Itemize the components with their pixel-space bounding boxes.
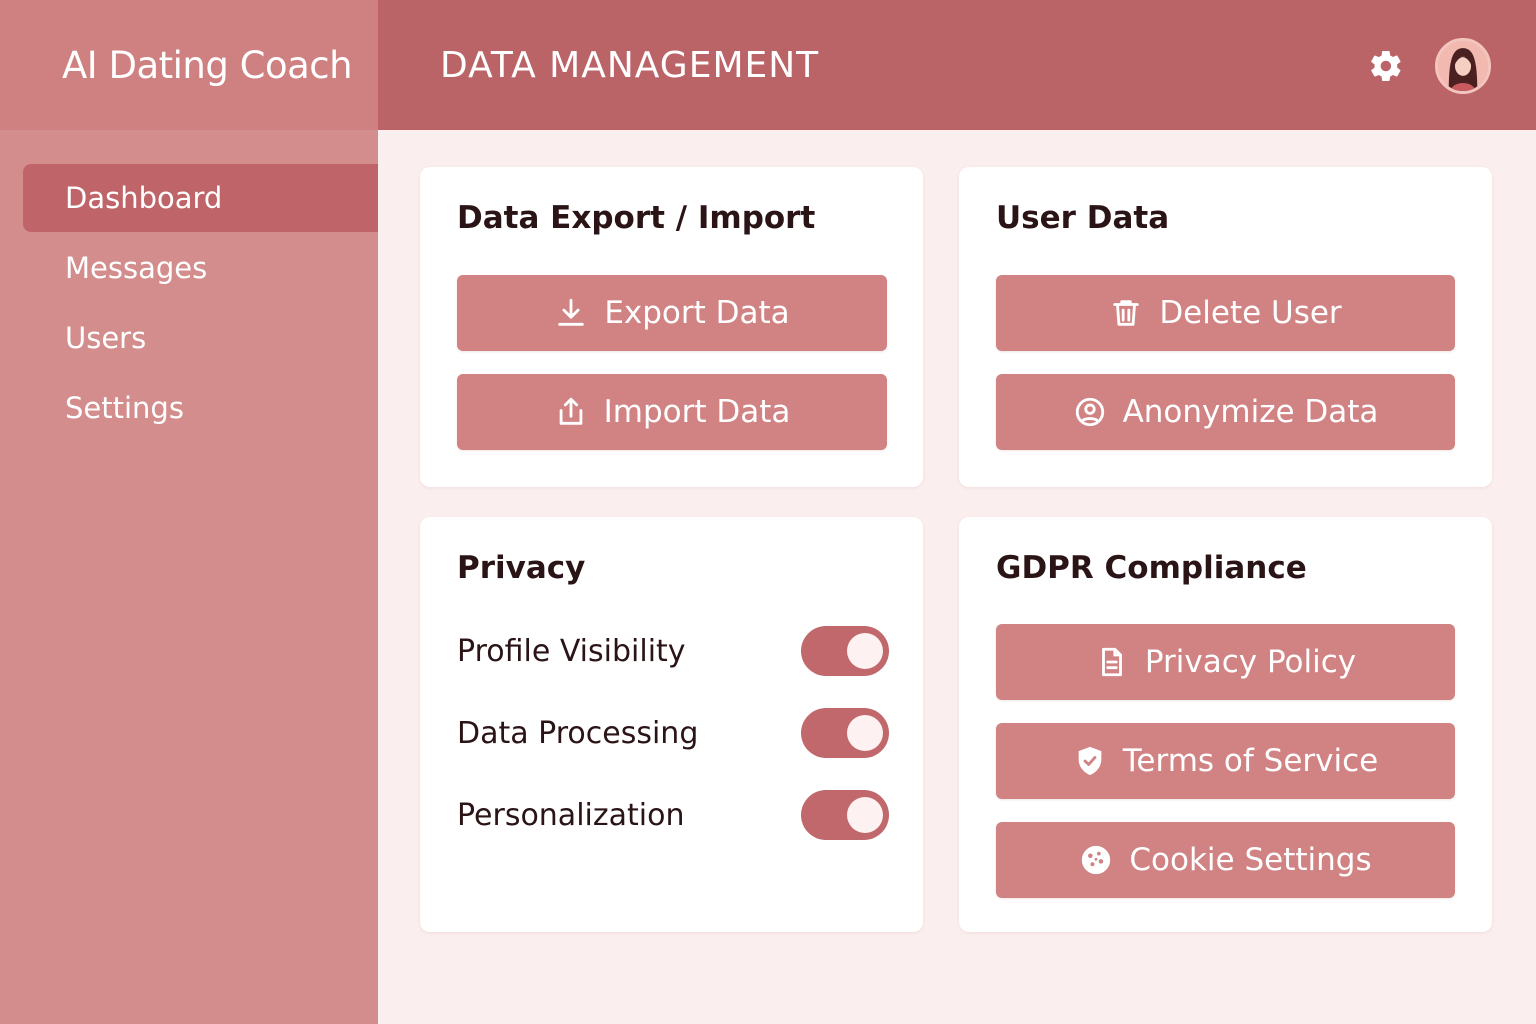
profile-visibility-toggle[interactable] [801,626,889,676]
app-title: AI Dating Coach [62,43,353,87]
sidebar-item-label: Dashboard [65,181,223,215]
sidebar: AI Dating Coach Dashboard Messages Users… [0,0,378,1024]
toggle-label: Profile Visibility [457,633,686,669]
personalization-toggle[interactable] [801,790,889,840]
privacy-card: Privacy Profile Visibility Data Processi… [420,517,923,932]
export-import-card: Data Export / Import Export Data Import … [420,167,923,487]
sidebar-item-settings[interactable]: Settings [23,374,378,442]
button-label: Terms of Service [1122,743,1379,779]
export-data-button[interactable]: Export Data [457,275,887,351]
sidebar-item-dashboard[interactable]: Dashboard [23,164,378,232]
button-label: Anonymize Data [1122,394,1379,430]
anonymize-data-button[interactable]: Anonymize Data [996,374,1455,450]
toggle-row-data-processing: Data Processing [457,707,889,759]
card-title: Privacy [457,550,586,586]
gear-icon[interactable] [1368,48,1404,84]
page-title: DATA MANAGEMENT [440,44,820,86]
button-label: Cookie Settings [1129,842,1372,878]
trash-icon [1109,296,1143,330]
user-avatar[interactable] [1435,38,1491,94]
toggle-label: Personalization [457,797,685,833]
upload-icon [554,395,588,429]
data-processing-toggle[interactable] [801,708,889,758]
download-icon [554,296,588,330]
toggle-knob [847,797,883,833]
button-label: Import Data [603,394,791,430]
toggle-knob [847,715,883,751]
card-title: Data Export / Import [457,200,816,236]
toggle-row-profile-visibility: Profile Visibility [457,625,889,677]
sidebar-nav: Dashboard Messages Users Settings [0,130,378,442]
brand-area: AI Dating Coach [0,0,378,130]
toggle-row-personalization: Personalization [457,789,889,841]
user-data-card: User Data Delete User Anonymize Data [959,167,1492,487]
toggle-knob [847,633,883,669]
sidebar-item-label: Users [65,321,147,355]
card-title: User Data [996,200,1170,236]
button-label: Delete User [1159,295,1342,331]
top-header: DATA MANAGEMENT [378,0,1536,130]
sidebar-item-messages[interactable]: Messages [23,234,378,302]
button-label: Privacy Policy [1144,644,1357,680]
toggle-label: Data Processing [457,715,699,751]
gdpr-card: GDPR Compliance Privacy Policy Terms of … [959,517,1492,932]
document-icon [1095,645,1129,679]
privacy-policy-button[interactable]: Privacy Policy [996,624,1455,700]
card-title: GDPR Compliance [996,550,1307,586]
sidebar-item-users[interactable]: Users [23,304,378,372]
cookie-settings-button[interactable]: Cookie Settings [996,822,1455,898]
import-data-button[interactable]: Import Data [457,374,887,450]
shield-check-icon [1073,744,1107,778]
button-label: Export Data [604,295,790,331]
sidebar-item-label: Settings [65,391,184,425]
sidebar-item-label: Messages [65,251,208,285]
cookie-icon [1079,843,1113,877]
user-circle-icon [1073,395,1107,429]
terms-of-service-button[interactable]: Terms of Service [996,723,1455,799]
delete-user-button[interactable]: Delete User [996,275,1455,351]
